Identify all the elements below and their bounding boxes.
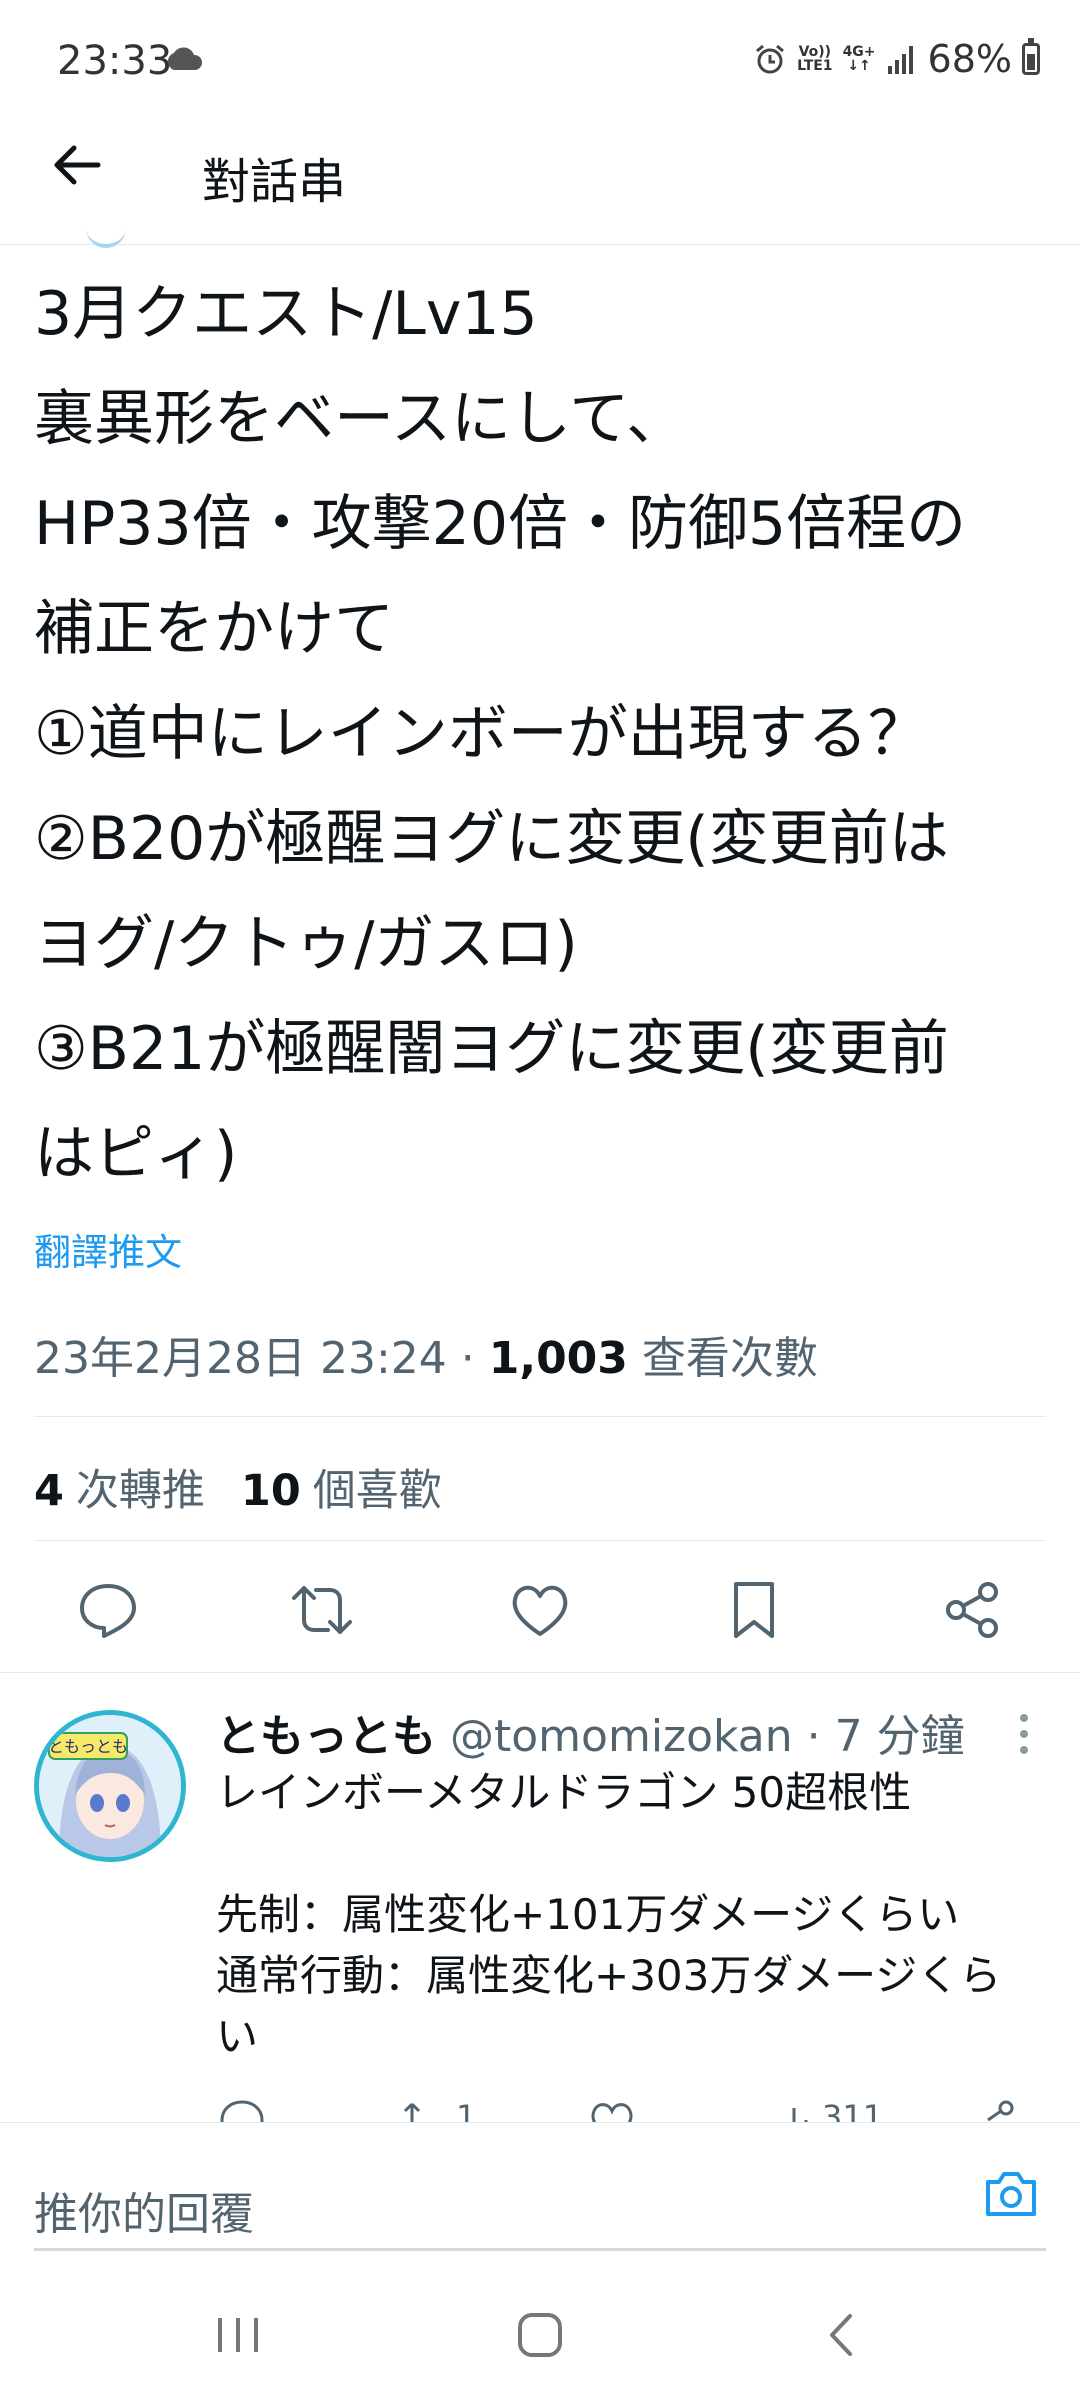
reply-like-icon[interactable] [588, 2098, 636, 2122]
battery-percent: 68% [927, 37, 1012, 81]
divider [34, 1416, 1046, 1417]
views-chart-icon [792, 2108, 808, 2122]
reply-icon[interactable] [76, 1578, 140, 1642]
alarm-icon [756, 44, 785, 74]
data-indicator: 4G+ ↓↑ [843, 45, 876, 73]
reply-header: ともっとも @tomomizokan · 7 分鐘 [216, 1700, 965, 1764]
cloud-icon [167, 47, 203, 70]
tweet-stats: 4 次轉推 10 個喜歡 [34, 1456, 442, 1518]
reply-share-icon[interactable] [970, 2098, 1018, 2122]
translate-tweet-link[interactable]: 翻譯推文 [34, 1222, 182, 1276]
avatar-illustration: ともっとも [39, 1715, 181, 1857]
data-arrows-icon: ↓↑ [847, 58, 871, 74]
status-time: 23:33 [57, 38, 173, 84]
tweet-meta: 23年2月28日 23:24 · 1,003 查看次數 [34, 1322, 818, 1386]
bookmark-icon[interactable] [722, 1578, 786, 1642]
reply-avatar[interactable]: ともっとも [34, 1710, 186, 1862]
lte-label: LTE1 [797, 58, 833, 74]
reply-input[interactable]: 推你的回覆 [34, 2178, 254, 2242]
reply-retweet[interactable]: 1 [402, 2098, 476, 2122]
likes-label: 個喜歡 [312, 1466, 442, 1516]
reply-text: レインボーメタルドラゴン 50超根性 先制：属性変化+101万ダメージくらい 通… [216, 1768, 1002, 2061]
status-bar: 23:33 Vo)) LTE1 4G+ ↓↑ 68% [0, 0, 1080, 120]
reply-reply-icon[interactable] [218, 2098, 266, 2122]
reply-view-count: 311 [822, 2098, 884, 2122]
divider [34, 1540, 1046, 1541]
retweet-icon[interactable] [290, 1578, 354, 1642]
tweet-text: 3月クエスト/Lv15 裏異形をベースにして、 HP33倍・攻撃20倍・防御5倍… [34, 279, 967, 1189]
top-app-bar [0, 120, 1080, 245]
back-nav-icon[interactable] [812, 2310, 872, 2360]
reply-views[interactable]: 311 [776, 2098, 883, 2122]
signal-icon [887, 46, 913, 74]
views-label: 查看次數 [641, 1333, 818, 1384]
tweet-timestamp: 23年2月28日 23:24 [34, 1333, 447, 1384]
reply-handle[interactable]: @tomomizokan [450, 1711, 793, 1762]
retweets-count: 4 [34, 1466, 64, 1516]
status-icons: Vo)) LTE1 4G+ ↓↑ 68% [753, 34, 1040, 84]
views-count: 1,003 [488, 1333, 628, 1384]
recent-apps-icon[interactable] [208, 2310, 268, 2360]
camera-icon[interactable] [982, 2168, 1040, 2220]
likes-count: 10 [240, 1466, 301, 1516]
volte-label: Vo)) [798, 44, 832, 60]
reply-display-name[interactable]: ともっとも [216, 1711, 436, 1762]
reply-retweet-icon [403, 2102, 421, 2122]
tweet-action-bar [0, 1548, 1080, 1673]
home-icon[interactable] [510, 2310, 570, 2360]
reply-action-bar: 1 311 [216, 2098, 1046, 2122]
share-icon[interactable] [940, 1578, 1004, 1642]
more-options-icon[interactable] [1014, 1712, 1034, 1756]
meta-separator: · [446, 1333, 489, 1384]
like-icon[interactable] [508, 1578, 572, 1642]
page-title: 對話串 [202, 154, 347, 210]
retweets-stat[interactable]: 4 次轉推 [34, 1456, 205, 1518]
likes-stat[interactable]: 10 個喜歡 [241, 1456, 442, 1518]
retweets-label: 次轉推 [75, 1466, 205, 1516]
back-arrow-icon[interactable] [52, 140, 102, 190]
avatar-badge-text: ともっとも [48, 1737, 128, 1756]
network-type-label: 4G+ [842, 44, 876, 60]
volte-indicator: Vo)) LTE1 [797, 45, 832, 73]
reply-retweet-count: 1 [456, 2098, 477, 2122]
reply-time: · 7 分鐘 [792, 1711, 965, 1762]
battery-icon [1022, 38, 1040, 75]
reply-input-underline [34, 2248, 1046, 2251]
